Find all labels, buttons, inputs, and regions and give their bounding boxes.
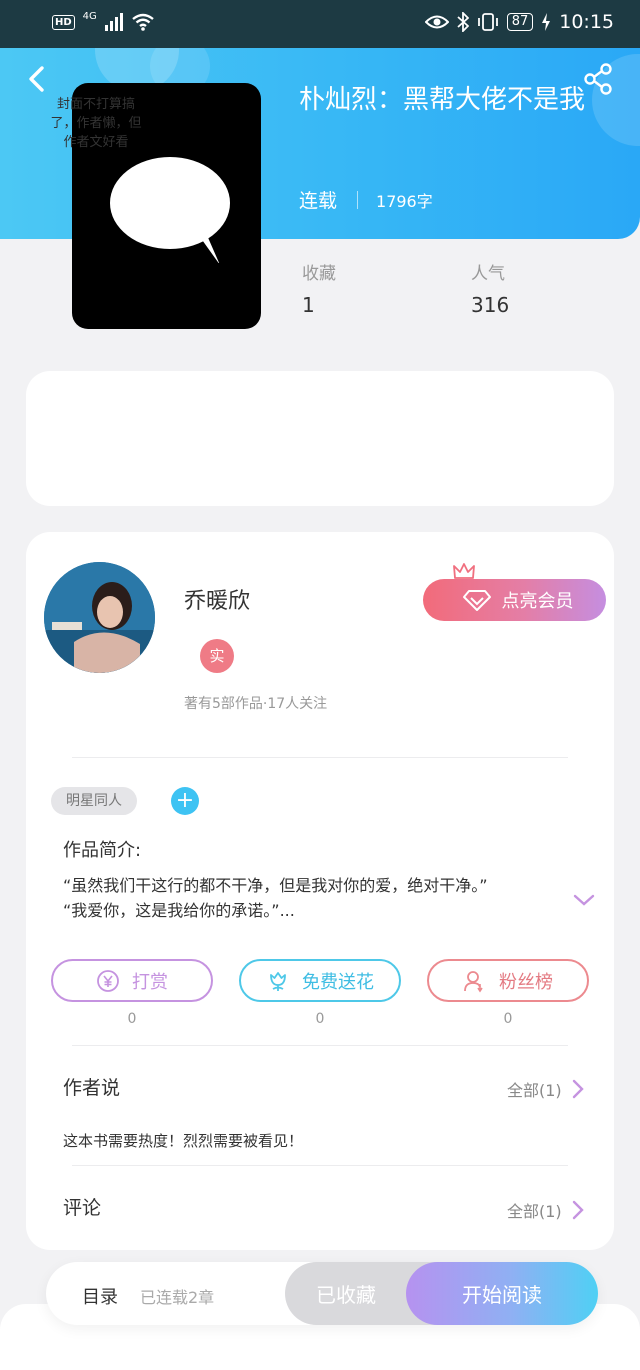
- chevron-down-icon[interactable]: [572, 891, 596, 909]
- add-tag-button[interactable]: +: [171, 787, 199, 815]
- send-flower-button[interactable]: 免费送花: [239, 959, 401, 1002]
- clock: 10:15: [559, 11, 614, 33]
- avatar[interactable]: [44, 562, 155, 673]
- send-flower-label: 免费送花: [302, 971, 374, 993]
- divider: [72, 1165, 568, 1166]
- author-says-heading: 作者说: [63, 1077, 121, 1099]
- comments-all-label: 全部(1): [507, 1202, 562, 1221]
- popularity-value: 316: [471, 293, 510, 317]
- intro-heading: 作品简介:: [63, 840, 142, 861]
- empty-card: [26, 371, 614, 506]
- flower-count: 0: [315, 1011, 325, 1027]
- bluetooth-icon: [457, 12, 469, 32]
- tag-item[interactable]: 明星同人: [51, 787, 137, 815]
- fans-ranking-button[interactable]: 粉丝榜: [427, 959, 589, 1002]
- collected-label: 已收藏: [316, 1283, 376, 1307]
- diamond-icon: [462, 590, 491, 611]
- author-meta: 著有5部作品·17人关注: [184, 696, 328, 712]
- status-bar: HD 4G 87 10:15: [0, 0, 640, 48]
- signal-icon: [104, 13, 123, 31]
- divider: [72, 1045, 568, 1046]
- hd-icon: HD: [52, 14, 75, 30]
- back-icon[interactable]: [24, 64, 50, 94]
- popularity-label: 人气: [471, 264, 505, 284]
- intro-line-2: “我爱你，这是我给你的承诺。”...: [63, 901, 295, 920]
- reward-count: 0: [127, 1011, 137, 1027]
- divider: [72, 757, 568, 758]
- status-right: 87 10:15: [424, 11, 614, 33]
- author-says-all-label: 全部(1): [507, 1081, 562, 1100]
- word-count: 1796字: [376, 191, 433, 211]
- speech-bubble-icon: [110, 157, 230, 263]
- network-type: 4G: [82, 10, 97, 22]
- fans-ranking-label: 粉丝榜: [499, 971, 553, 993]
- collect-value: 1: [302, 293, 315, 317]
- start-reading-button[interactable]: 开始阅读: [406, 1262, 598, 1325]
- chapter-count: 已连载2章: [140, 1288, 215, 1307]
- vibrate-icon: [477, 13, 498, 31]
- member-button-label: 点亮会员: [501, 591, 574, 612]
- comments-heading: 评论: [63, 1197, 102, 1219]
- book-meta: 连载 1796字: [299, 186, 433, 213]
- author-says-all-link[interactable]: 全部(1): [507, 1077, 584, 1101]
- yuan-icon: [97, 969, 119, 992]
- author-name[interactable]: 乔暖欣: [184, 583, 250, 615]
- intro-line-1: “虽然我们干这行的都不干净，但是我对你的爱，绝对干净。”: [63, 876, 488, 895]
- chevron-right-icon: [572, 1200, 584, 1220]
- wifi-icon: [132, 13, 154, 31]
- meta-separator: [357, 190, 359, 209]
- chevron-right-icon: [572, 1079, 584, 1099]
- charging-icon: [542, 13, 551, 31]
- crown-icon: [453, 563, 475, 579]
- avatar-image: [44, 562, 155, 673]
- book-title: 朴灿烈：黑帮大佬不是我: [299, 85, 586, 115]
- person-icon: [464, 970, 483, 992]
- fans-count: 0: [503, 1011, 513, 1027]
- start-reading-label: 开始阅读: [462, 1283, 542, 1307]
- eye-icon: [424, 15, 449, 29]
- battery-icon: 87: [506, 13, 534, 31]
- reward-button[interactable]: 打赏: [51, 959, 213, 1002]
- status-left: HD 4G: [52, 10, 155, 32]
- intro-text: “虽然我们干这行的都不干净，但是我对你的爱，绝对干净。” “我爱你，这是我给你的…: [63, 873, 563, 923]
- book-status: 连载: [299, 190, 338, 212]
- flower-icon: [270, 971, 286, 991]
- comments-all-link[interactable]: 全部(1): [507, 1198, 584, 1222]
- author-says-text: 这本书需要热度！烈烈需要被看见！: [63, 1132, 304, 1150]
- reward-label: 打赏: [132, 971, 168, 993]
- toc-button[interactable]: 目录: [82, 1283, 118, 1309]
- cover-text: 封面不打算搞了，作者懒，但作者文好看: [50, 97, 142, 150]
- verified-badge: 实: [200, 639, 234, 673]
- collect-label: 收藏: [302, 264, 336, 284]
- member-button[interactable]: 点亮会员: [423, 579, 606, 621]
